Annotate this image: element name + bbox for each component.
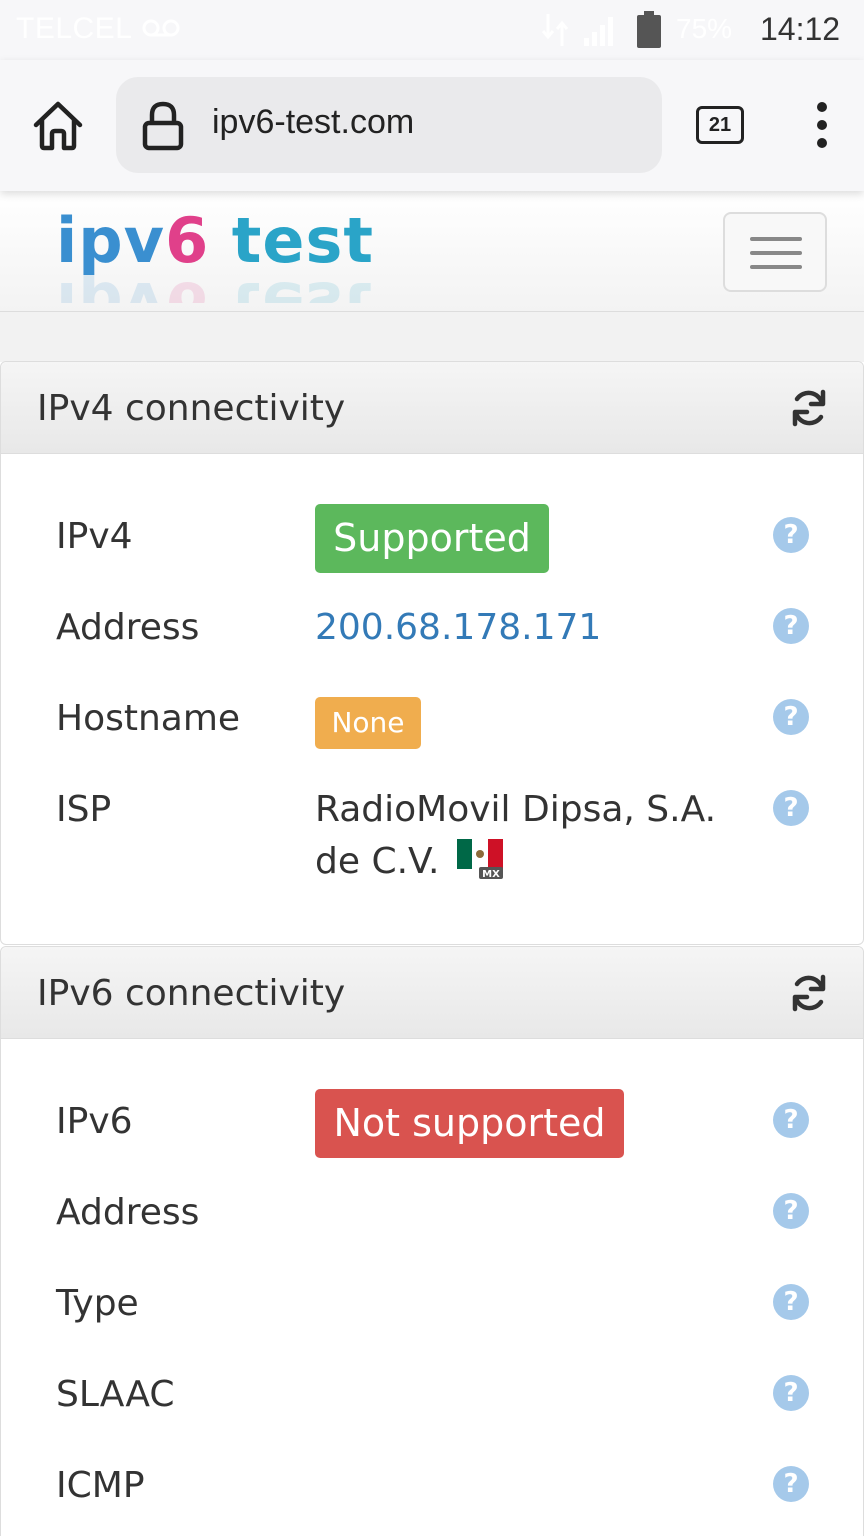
help-icon[interactable]: ?	[773, 1375, 809, 1411]
overflow-menu-icon[interactable]	[808, 100, 836, 150]
logo-reflection: ipv6 test	[56, 273, 374, 303]
ipv4-status-badge: Supported	[315, 504, 549, 573]
ipv6-panel: IPv6 connectivity IPv6 Not supported ? A…	[0, 946, 864, 1536]
nav-menu-button[interactable]	[723, 212, 827, 292]
help-icon[interactable]: ?	[773, 1193, 809, 1229]
carrier-name: TELCEL	[16, 12, 133, 45]
ipv6-label: IPv6	[56, 1101, 133, 1142]
ipv6-panel-title: IPv6 connectivity	[37, 973, 346, 1014]
site-navbar: ipv6 test ipv6 test	[0, 191, 864, 312]
ipv6-slaac-label: SLAAC	[56, 1374, 175, 1415]
ipv4-address-link[interactable]: 200.68.178.171	[315, 607, 601, 648]
ipv4-address-label: Address	[56, 607, 200, 648]
battery-percent: 75%	[676, 13, 733, 44]
ipv4-label: IPv4	[56, 516, 133, 557]
refresh-icon[interactable]	[789, 388, 829, 428]
ipv4-panel-header: IPv4 connectivity	[1, 362, 863, 454]
help-icon[interactable]: ?	[773, 699, 809, 735]
ipv6-address-label: Address	[56, 1192, 200, 1233]
ipv6-icmp-label: ICMP	[56, 1465, 145, 1506]
battery-icon	[637, 11, 661, 48]
ipv4-panel: IPv4 connectivity IPv4 Supported ? Addre…	[0, 361, 864, 945]
lock-icon	[142, 101, 184, 151]
help-icon[interactable]: ?	[773, 1284, 809, 1320]
tab-switcher-button[interactable]: 21	[696, 106, 744, 144]
ipv6-status-badge: Not supported	[315, 1089, 624, 1158]
ipv6-panel-header: IPv6 connectivity	[1, 947, 863, 1039]
signal-icon	[584, 17, 613, 46]
ipv4-isp-label: ISP	[56, 789, 112, 830]
hostname-status-badge: None	[315, 697, 421, 749]
clock: 14:12	[760, 11, 841, 47]
address-bar[interactable]: ipv6-test.com	[116, 77, 662, 173]
ipv4-panel-title: IPv4 connectivity	[37, 388, 346, 429]
browser-toolbar: ipv6-test.com 21	[0, 60, 864, 191]
help-icon[interactable]: ?	[773, 608, 809, 644]
help-icon[interactable]: ?	[773, 790, 809, 826]
help-icon[interactable]: ?	[773, 1466, 809, 1502]
isp-name: RadioMovil Dipsa, S.A. de C.V.	[315, 789, 717, 882]
help-icon[interactable]: ?	[773, 1102, 809, 1138]
status-bar: TELCEL 75% 14:12	[0, 0, 864, 60]
isp-value: RadioMovil Dipsa, S.A. de C.V. MX	[315, 784, 735, 888]
page-background	[0, 312, 864, 362]
country-code: MX	[482, 869, 500, 879]
mobile-data-icon	[541, 14, 569, 46]
ipv6-type-label: Type	[56, 1283, 139, 1324]
home-icon[interactable]	[30, 98, 86, 154]
help-icon[interactable]: ?	[773, 517, 809, 553]
url-text: ipv6-test.com	[212, 103, 415, 141]
mexico-flag-icon: MX	[456, 839, 503, 879]
refresh-icon[interactable]	[789, 973, 829, 1013]
voicemail-icon	[142, 19, 180, 37]
ipv4-hostname-label: Hostname	[56, 698, 241, 739]
site-logo[interactable]: ipv6 test	[56, 210, 374, 272]
